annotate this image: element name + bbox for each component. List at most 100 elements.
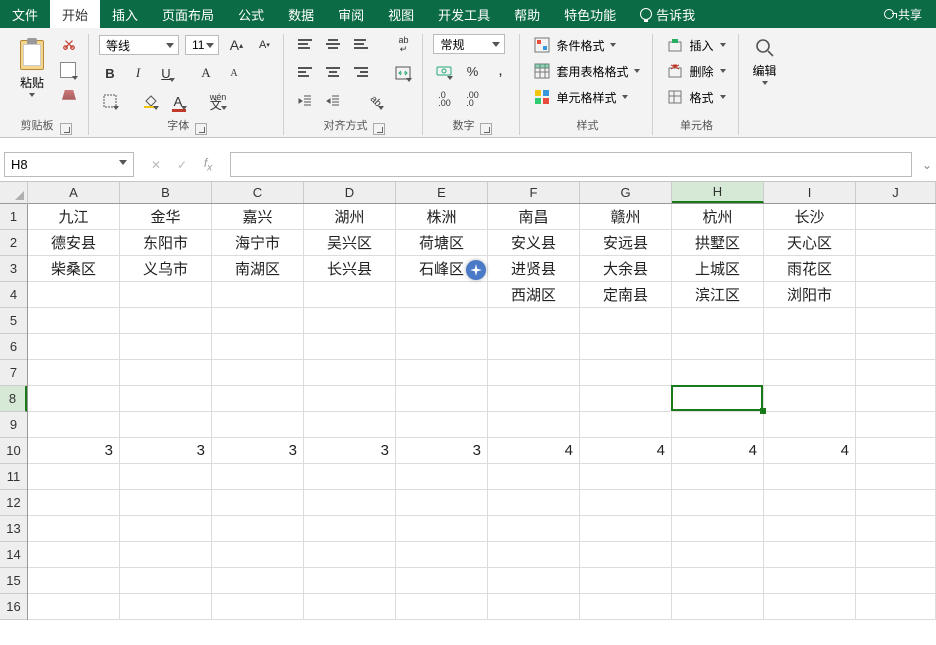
cell[interactable]	[212, 568, 304, 594]
italic-button[interactable]: I	[127, 62, 149, 84]
paste-button[interactable]: 粘贴	[12, 34, 52, 99]
cell[interactable]	[580, 542, 672, 568]
cell[interactable]	[28, 594, 120, 620]
cell[interactable]	[856, 438, 936, 464]
menu-view[interactable]: 视图	[376, 0, 426, 28]
cell[interactable]	[488, 464, 580, 490]
cell[interactable]	[856, 542, 936, 568]
cell[interactable]	[120, 334, 212, 360]
cell[interactable]	[764, 464, 856, 490]
cell[interactable]	[672, 386, 764, 412]
cell[interactable]	[304, 542, 396, 568]
cell[interactable]: 南湖区	[212, 256, 304, 282]
cell[interactable]	[856, 490, 936, 516]
increase-decimal-button[interactable]: .0.00	[433, 88, 455, 110]
underline-button[interactable]: U	[155, 62, 177, 84]
cell[interactable]	[488, 386, 580, 412]
menu-dev[interactable]: 开发工具	[426, 0, 502, 28]
cell[interactable]	[488, 308, 580, 334]
cell[interactable]	[28, 490, 120, 516]
cell[interactable]: 浏阳市	[764, 282, 856, 308]
menu-help[interactable]: 帮助	[502, 0, 552, 28]
row-header[interactable]: 2	[0, 230, 27, 256]
cell[interactable]	[28, 360, 120, 386]
cell[interactable]	[856, 568, 936, 594]
row-header[interactable]: 8	[0, 386, 27, 412]
formula-input[interactable]	[230, 152, 912, 177]
merge-cells-button[interactable]	[392, 62, 414, 84]
cell[interactable]: 大余县	[580, 256, 672, 282]
cell[interactable]	[212, 334, 304, 360]
column-header[interactable]: C	[212, 182, 304, 203]
cell[interactable]	[672, 464, 764, 490]
menu-review[interactable]: 审阅	[326, 0, 376, 28]
menu-layout[interactable]: 页面布局	[150, 0, 226, 28]
bold-button[interactable]: B	[99, 62, 121, 84]
cell[interactable]: 滨江区	[672, 282, 764, 308]
row-header[interactable]: 11	[0, 464, 27, 490]
cell[interactable]	[212, 308, 304, 334]
cell[interactable]: 进贤县	[488, 256, 580, 282]
cell[interactable]	[580, 464, 672, 490]
cell[interactable]	[28, 464, 120, 490]
cell[interactable]: 西湖区	[488, 282, 580, 308]
cell[interactable]	[396, 282, 488, 308]
row-header[interactable]: 9	[0, 412, 27, 438]
menu-formula[interactable]: 公式	[226, 0, 276, 28]
share-button[interactable]: 共享	[870, 0, 936, 28]
column-header[interactable]: J	[856, 182, 936, 203]
cell[interactable]	[396, 360, 488, 386]
table-format-button[interactable]: 套用表格格式	[530, 60, 644, 82]
font-launcher[interactable]	[195, 123, 207, 135]
cell[interactable]	[304, 594, 396, 620]
cell[interactable]	[580, 490, 672, 516]
cell[interactable]	[304, 516, 396, 542]
cell[interactable]: 杭州	[672, 204, 764, 230]
menu-file[interactable]: 文件	[0, 0, 50, 28]
format-painter-button[interactable]	[58, 86, 80, 108]
conditional-format-button[interactable]: 条件格式	[530, 34, 620, 56]
cell[interactable]: 拱墅区	[672, 230, 764, 256]
align-center-button[interactable]	[322, 62, 344, 84]
cell[interactable]: 雨花区	[764, 256, 856, 282]
row-header[interactable]: 15	[0, 568, 27, 594]
row-header[interactable]: 3	[0, 256, 27, 282]
cell[interactable]	[120, 516, 212, 542]
column-header[interactable]: D	[304, 182, 396, 203]
cell[interactable]: 义乌市	[120, 256, 212, 282]
cell[interactable]	[396, 464, 488, 490]
cell[interactable]	[212, 360, 304, 386]
cut-button[interactable]	[58, 34, 80, 56]
cell[interactable]	[120, 542, 212, 568]
cell[interactable]	[672, 308, 764, 334]
column-header[interactable]: G	[580, 182, 672, 203]
cell[interactable]	[764, 334, 856, 360]
menu-start[interactable]: 开始	[50, 0, 100, 28]
cell[interactable]	[212, 412, 304, 438]
cell[interactable]	[488, 360, 580, 386]
cell[interactable]	[764, 386, 856, 412]
cell[interactable]: 荷塘区	[396, 230, 488, 256]
alignment-launcher[interactable]	[373, 123, 385, 135]
cell[interactable]	[488, 490, 580, 516]
row-header[interactable]: 10	[0, 438, 27, 464]
cell[interactable]	[212, 490, 304, 516]
cell[interactable]	[856, 360, 936, 386]
cell[interactable]	[28, 308, 120, 334]
cell[interactable]	[28, 412, 120, 438]
cell[interactable]	[580, 334, 672, 360]
cell[interactable]	[764, 412, 856, 438]
align-bottom-button[interactable]	[350, 34, 372, 56]
comma-button[interactable]: ,	[489, 60, 511, 82]
cell[interactable]	[212, 464, 304, 490]
cell[interactable]	[396, 308, 488, 334]
row-header[interactable]: 4	[0, 282, 27, 308]
cell[interactable]: 3	[120, 438, 212, 464]
cell[interactable]	[580, 594, 672, 620]
cell[interactable]	[580, 308, 672, 334]
find-button[interactable]: 编辑	[749, 34, 781, 87]
cell[interactable]	[856, 230, 936, 256]
cell[interactable]	[396, 568, 488, 594]
accept-formula-button[interactable]: ✓	[170, 153, 194, 177]
cell[interactable]	[856, 594, 936, 620]
